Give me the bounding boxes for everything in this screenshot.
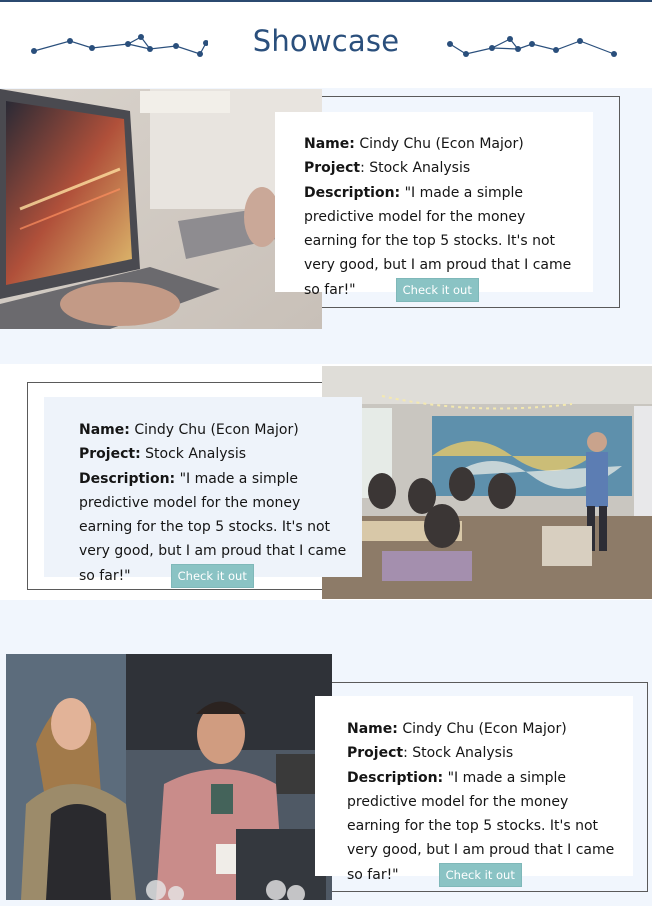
check-it-out-button[interactable]: Check it out [395,277,479,302]
name-label: Name: [304,136,355,152]
showcase-section-1: Name: Cindy Chu (Econ Major) Project: St… [0,88,652,364]
check-it-out-button[interactable]: Check it out [438,862,522,887]
showcase-card-2: Name: Cindy Chu (Econ Major) Project: St… [44,397,362,588]
constellation-right-icon [447,36,617,57]
name-label: Name: [79,422,130,438]
showcase-section-3: Name: Cindy Chu (Econ Major) Project: St… [0,600,652,906]
name-value: Cindy Chu (Econ Major) [134,422,299,438]
project-label: Project: [79,446,141,463]
header: Showcase [0,2,652,88]
showcase-card-3: Name: Cindy Chu (Econ Major) Project: St… [315,696,633,887]
laptop-photo [0,89,322,329]
classroom-photo [322,366,652,599]
laughing-people-photo [6,654,332,900]
description-label: Description: [79,470,176,487]
project-value: : Stock Analysis [403,745,514,762]
description-label: Description: [347,769,444,786]
project-label: Project [347,745,404,762]
check-it-out-button[interactable]: Check it out [170,563,254,588]
project-value: : Stock Analysis [360,160,471,177]
name-label: Name: [347,721,398,737]
name-value: Cindy Chu (Econ Major) [359,136,524,152]
description-label: Description: [304,184,401,201]
project-label: Project [304,160,361,177]
showcase-card-1: Name: Cindy Chu (Econ Major) Project: St… [275,112,593,302]
name-value: Cindy Chu (Econ Major) [402,721,567,737]
project-value: Stock Analysis [145,446,247,463]
showcase-section-2: Name: Cindy Chu (Econ Major) Project: St… [0,364,652,600]
